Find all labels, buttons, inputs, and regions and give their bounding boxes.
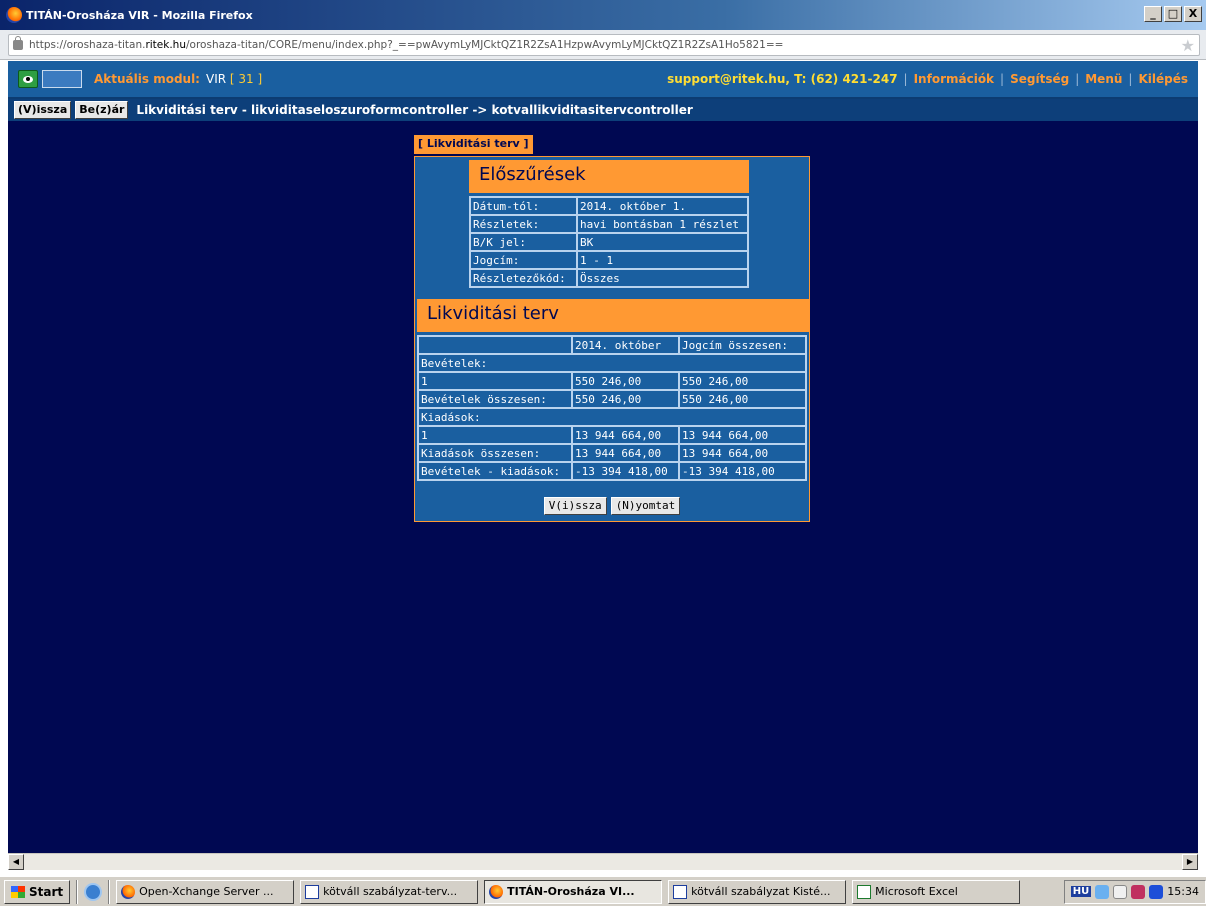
word-icon xyxy=(305,884,320,899)
language-indicator[interactable]: HU xyxy=(1070,886,1092,897)
app-tray-icon[interactable] xyxy=(1131,884,1146,899)
scroll-left-icon[interactable]: ◀ xyxy=(8,854,24,870)
eye-icon[interactable] xyxy=(18,70,38,88)
module-name: VIR xyxy=(205,72,227,86)
table-row: Jogcím: 1 - 1 xyxy=(470,251,748,269)
close-button[interactable]: X xyxy=(1184,6,1202,22)
back-panel-button[interactable]: V(i)ssza xyxy=(543,497,607,515)
nav-segitseg[interactable]: Segítség xyxy=(1010,72,1069,86)
nav-informaciok[interactable]: Információk xyxy=(914,72,994,86)
scroll-right-icon[interactable]: ▶ xyxy=(1182,854,1198,870)
module-label: Aktuális modul: xyxy=(94,72,200,86)
prefilters-title: Előszűrések xyxy=(469,160,749,193)
task-open-xchange[interactable]: Open-Xchange Server ... xyxy=(116,879,295,904)
table-row: 1 13 944 664,00 13 944 664,00 xyxy=(418,426,806,444)
table-section-row: Kiadások: xyxy=(418,408,806,426)
url-prefix: https://oroshaza-titan. xyxy=(29,38,146,51)
print-button[interactable]: (N)yomtat xyxy=(610,497,681,515)
plan-title: Likviditási terv xyxy=(417,299,809,332)
window-titlebar[interactable]: TITÁN-Orosháza VIR - Mozilla Firefox _ □… xyxy=(0,0,1206,30)
url-field[interactable]: https://oroshaza-titan. ritek.hu/oroshaza… xyxy=(8,33,1200,56)
nav-menu[interactable]: Menü xyxy=(1085,72,1122,86)
nav-kilepes[interactable]: Kilépés xyxy=(1138,72,1188,86)
windows-logo-icon xyxy=(11,885,25,898)
ie-quicklaunch-icon[interactable] xyxy=(84,882,103,901)
panel-actions: V(i)ssza (N)yomtat xyxy=(415,497,809,515)
prefilters-table: Dátum-tól: 2014. október 1. Részletek: h… xyxy=(469,196,749,288)
table-row: Dátum-tól: 2014. október 1. xyxy=(470,197,748,215)
report-panel: Előszűrések Dátum-tól: 2014. október 1. … xyxy=(414,156,810,522)
task-excel[interactable]: Microsoft Excel xyxy=(852,879,1021,904)
module-number: [ 31 ] xyxy=(229,72,263,86)
excel-icon xyxy=(857,884,872,899)
firefox-icon xyxy=(6,7,22,23)
clock: 15:34 xyxy=(1167,885,1199,898)
table-row: Részletek: havi bontásban 1 részlet xyxy=(470,215,748,233)
breadcrumb: Likviditási terv - likviditaseloszurofor… xyxy=(136,103,693,117)
minimize-button[interactable]: _ xyxy=(1144,6,1162,22)
liquidity-plan-table: 2014. október Jogcím összesen: Bevételek… xyxy=(417,335,807,481)
table-row: 1 550 246,00 550 246,00 xyxy=(418,372,806,390)
module-value: VIR [ 31 ] xyxy=(206,72,262,86)
task-word-terv[interactable]: kötváll szabályzat-terv... xyxy=(300,879,479,904)
navigation-bar: https://oroshaza-titan. ritek.hu/oroshaza… xyxy=(0,30,1206,60)
horizontal-scrollbar[interactable]: ◀ ▶ xyxy=(8,853,1198,870)
support-contact: support@ritek.hu, T: (62) 421-247 xyxy=(667,72,898,86)
taskbar: Start Open-Xchange Server ... kötváll sz… xyxy=(0,876,1206,906)
url-host: ritek.hu xyxy=(145,38,186,51)
action-bar: (V)issza Be(z)ár Likviditási terv - likv… xyxy=(8,99,1198,121)
table-row: Bevételek - kiadások: -13 394 418,00 -13… xyxy=(418,462,806,480)
start-button[interactable]: Start xyxy=(4,879,71,904)
scroll-thumb[interactable] xyxy=(25,854,1181,870)
play-icon[interactable] xyxy=(1149,884,1164,899)
bookmark-star-icon[interactable]: ★ xyxy=(1181,36,1195,55)
back-button[interactable]: (V)issza xyxy=(14,101,72,119)
table-row: Részletezőkód: Összes xyxy=(470,269,748,287)
firefox-icon xyxy=(489,884,504,899)
word-icon xyxy=(673,884,688,899)
top-nav: support@ritek.hu, T: (62) 421-247 | Info… xyxy=(667,72,1188,86)
window-title: TITÁN-Orosháza VIR - Mozilla Firefox xyxy=(26,8,253,22)
maximize-button[interactable]: □ xyxy=(1164,6,1182,22)
table-section-row: Bevételek: xyxy=(418,354,806,372)
table-row: Bevételek összesen: 550 246,00 550 246,0… xyxy=(418,390,806,408)
table-header-row: 2014. október Jogcím összesen: xyxy=(418,336,806,354)
app-header: Aktuális modul: VIR [ 31 ] support@ritek… xyxy=(8,61,1198,99)
task-titan-oroshaza[interactable]: TITÁN-Orosháza VI... xyxy=(484,879,663,904)
app-viewport: Aktuális modul: VIR [ 31 ] support@ritek… xyxy=(8,61,1198,853)
panda-icon[interactable] xyxy=(1113,884,1128,899)
system-tray: HU 15:34 xyxy=(1063,879,1206,904)
firefox-icon xyxy=(121,884,136,899)
table-row: B/K jel: BK xyxy=(470,233,748,251)
task-word-kiste[interactable]: kötváll szabályzat Kisté... xyxy=(668,879,847,904)
url-path: /oroshaza-titan/CORE/menu/index.php?_==p… xyxy=(186,38,784,51)
table-row: Kiadások összesen: 13 944 664,00 13 944 … xyxy=(418,444,806,462)
lock-icon xyxy=(13,35,23,50)
user-box xyxy=(42,70,82,88)
close-page-button[interactable]: Be(z)ár xyxy=(75,101,129,119)
tab-likviditasi-terv[interactable]: [ Likviditási terv ] xyxy=(414,135,533,154)
network-icon[interactable] xyxy=(1095,884,1110,899)
